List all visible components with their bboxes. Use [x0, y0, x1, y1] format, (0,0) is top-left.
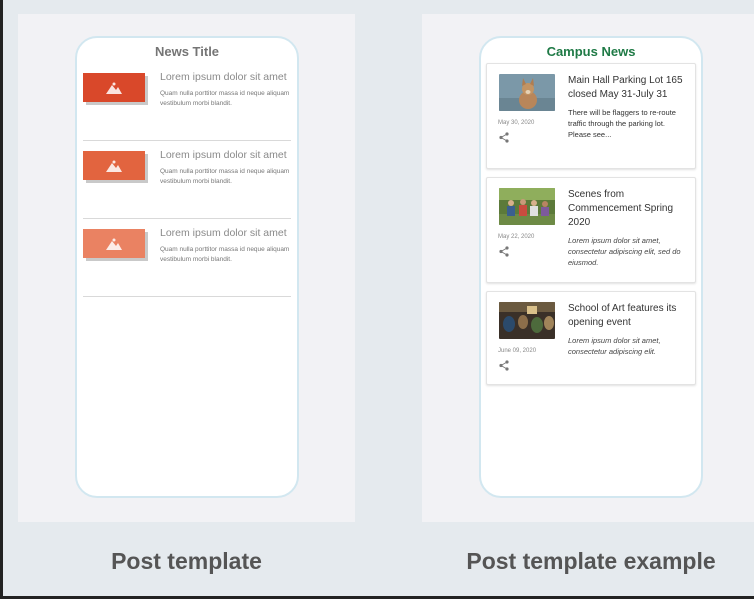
news-image [499, 188, 555, 225]
news-heading: Main Hall Parking Lot 165 closed May 31-… [568, 75, 683, 100]
template-item-heading: Lorem ipsum dolor sit amet [160, 71, 287, 83]
template-list-item[interactable]: Lorem ipsum dolor sit amet Quam nulla po… [83, 219, 291, 297]
share-icon[interactable] [499, 360, 509, 371]
share-icon[interactable] [499, 246, 509, 257]
news-card[interactable]: June 09, 2020 School of Art features its… [486, 291, 696, 385]
news-heading: School of Art features its opening event [568, 303, 677, 328]
news-card[interactable]: May 30, 2020 Main Hall Parking Lot 165 c… [486, 63, 696, 169]
post-template-example-panel: Campus News May 30, 2020 Main Hall Parki… [422, 14, 754, 522]
news-card[interactable]: May 22, 2020 Scenes from Commencement Sp… [486, 177, 696, 283]
news-body: Lorem ipsum dolor sit amet, consectetur … [568, 236, 681, 267]
post-template-panel: News Title Lorem ipsum dolor sit amet Qu… [18, 14, 355, 522]
share-icon[interactable] [499, 132, 509, 143]
post-template-caption: Post template [111, 548, 262, 574]
news-heading: Scenes from Commencement Spring 2020 [568, 189, 674, 228]
post-template-example-caption: Post template example [466, 548, 716, 574]
campus-news-title: Campus News [546, 44, 636, 59]
image-placeholder-icon [83, 73, 145, 102]
news-date: May 22, 2020 [498, 234, 535, 240]
news-date: May 30, 2020 [498, 120, 535, 126]
template-item-body: Quam nulla porttitor massa id neque aliq… [160, 246, 290, 263]
news-image [499, 302, 555, 339]
example-phone-mockup: Campus News May 30, 2020 Main Hall Parki… [479, 36, 703, 498]
template-item-body: Quam nulla porttitor massa id neque aliq… [160, 90, 290, 107]
template-item-body: Quam nulla porttitor massa id neque aliq… [160, 168, 290, 185]
news-body: There will be flaggers to re-route traff… [568, 108, 676, 139]
template-phone-mockup: News Title Lorem ipsum dolor sit amet Qu… [75, 36, 299, 498]
image-placeholder-icon [83, 229, 145, 258]
template-list-item[interactable]: Lorem ipsum dolor sit amet Quam nulla po… [83, 63, 291, 141]
news-title: News Title [154, 44, 220, 59]
image-placeholder-icon [83, 151, 145, 180]
template-list-item[interactable]: Lorem ipsum dolor sit amet Quam nulla po… [83, 141, 291, 219]
news-body: Lorem ipsum dolor sit amet, consectetur … [568, 336, 661, 356]
template-item-heading: Lorem ipsum dolor sit amet [160, 227, 287, 239]
template-item-heading: Lorem ipsum dolor sit amet [160, 149, 287, 161]
news-image [499, 74, 555, 111]
news-date: June 09, 2020 [498, 348, 537, 354]
